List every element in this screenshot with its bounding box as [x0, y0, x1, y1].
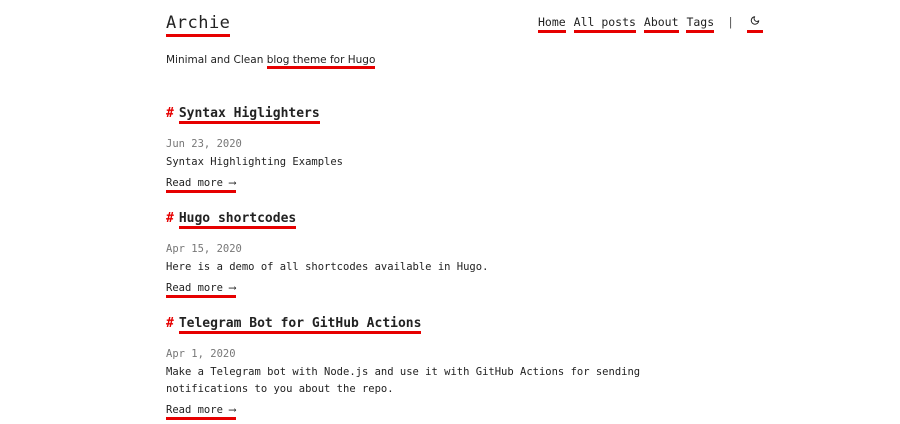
post-title: # Syntax Higlighters	[166, 105, 686, 124]
tagline-link[interactable]: blog theme for Hugo	[266, 54, 376, 69]
post-date: Apr 1, 2020	[166, 348, 236, 360]
hash-marker: #	[166, 316, 174, 331]
read-more-link[interactable]: Read more ⟶	[166, 176, 236, 193]
post-title-link[interactable]: Hugo shortcodes	[178, 211, 297, 229]
post-title: # Telegram Bot for GitHub Actions	[166, 315, 686, 334]
nav-separator: |	[727, 15, 735, 29]
nav-item-all-posts[interactable]: All posts	[573, 15, 636, 33]
hash-marker: #	[166, 211, 174, 226]
tagline-text: Minimal and Clean	[166, 54, 267, 66]
nav-item-about[interactable]: About	[643, 15, 679, 33]
site-tagline: Minimal and Clean blog theme for Hugo	[166, 53, 376, 69]
main-nav: Home All posts About Tags |	[538, 15, 764, 33]
post-summary: Here is a demo of all shortcodes availab…	[166, 261, 489, 273]
post-item: # Syntax Higlighters Jun 23, 2020 Syntax …	[166, 105, 686, 193]
post-summary: Syntax Highlighting Examples	[166, 156, 344, 168]
post-title-link[interactable]: Syntax Higlighters	[178, 106, 320, 124]
post-item: # Telegram Bot for GitHub Actions Apr 1, …	[166, 315, 686, 420]
read-more-link[interactable]: Read more ⟶	[166, 281, 236, 298]
site-title-link[interactable]: Archie	[166, 12, 231, 37]
post-title-link[interactable]: Telegram Bot for GitHub Actions	[178, 316, 422, 334]
moon-icon	[750, 16, 760, 25]
post-summary: Make a Telegram bot with Node.js and use…	[166, 366, 641, 395]
post-date: Jun 23, 2020	[166, 138, 242, 150]
nav-item-home[interactable]: Home	[538, 15, 566, 33]
hash-marker: #	[166, 106, 174, 121]
post-title: # Hugo shortcodes	[166, 210, 686, 229]
nav-item-tags[interactable]: Tags	[686, 15, 715, 33]
read-more-link[interactable]: Read more ⟶	[166, 403, 236, 420]
post-item: # Hugo shortcodes Apr 15, 2020 Here is a …	[166, 210, 686, 298]
post-date: Apr 15, 2020	[166, 243, 242, 255]
theme-toggle-button[interactable]	[746, 15, 763, 33]
